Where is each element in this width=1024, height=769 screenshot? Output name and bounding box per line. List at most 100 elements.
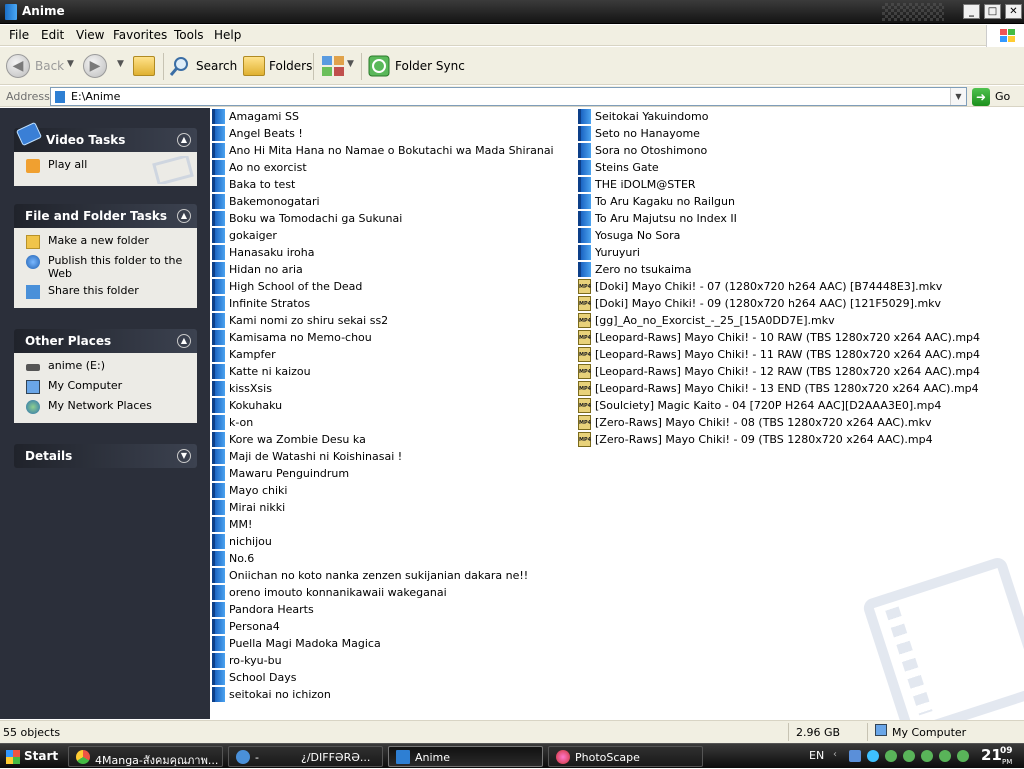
place-label[interactable]: My Computer xyxy=(48,379,122,392)
file-name[interactable]: nichijou xyxy=(229,535,272,548)
menu-help[interactable]: Help xyxy=(214,28,241,42)
clock-minute[interactable]: 09 xyxy=(1000,746,1013,756)
file-name[interactable]: Seto no Hanayome xyxy=(595,127,700,140)
chevron-left-icon[interactable]: ‹ xyxy=(833,749,845,761)
file-name[interactable]: School Days xyxy=(229,671,296,684)
file-name[interactable]: Zero no tsukaima xyxy=(595,263,691,276)
file-name[interactable]: Sora no Otoshimono xyxy=(595,144,707,157)
menu-view[interactable]: View xyxy=(76,28,104,42)
maximize-button[interactable]: □ xyxy=(984,4,1001,19)
task-label[interactable]: Make a new folder xyxy=(48,234,149,247)
other-places-header[interactable]: Other Places ▲ xyxy=(14,329,197,353)
menu-edit[interactable]: Edit xyxy=(41,28,64,42)
place-label[interactable]: My Network Places xyxy=(48,399,152,412)
taskbar-item-messenger[interactable]: - ¿/DIFFƏRƏ... xyxy=(228,746,383,767)
file-name[interactable]: Baka to test xyxy=(229,178,295,191)
task-label[interactable]: Share this folder xyxy=(48,284,139,297)
address-value[interactable]: E:\Anime xyxy=(71,90,120,103)
file-name[interactable]: [Doki] Mayo Chiki! - 09 (1280x720 h264 A… xyxy=(595,297,941,310)
file-name[interactable]: Kami nomi zo shiru sekai ss2 xyxy=(229,314,388,327)
file-name[interactable]: To Aru Majutsu no Index II xyxy=(595,212,737,225)
place-anime-drive[interactable]: anime (E:) xyxy=(14,357,197,377)
back-arrow-icon[interactable]: ◀ xyxy=(6,54,30,78)
taskbar-item-chrome[interactable]: 4Manga-สังคมคุณภาพ... xyxy=(68,746,223,767)
folders-button[interactable]: Folders xyxy=(269,59,312,73)
file-name[interactable]: No.6 xyxy=(229,552,254,565)
file-name[interactable]: Maji de Watashi ni Koishinasai ! xyxy=(229,450,402,463)
messenger-tray-icon[interactable] xyxy=(939,750,951,762)
video-tasks-header[interactable]: Video Tasks ▲ xyxy=(14,122,197,152)
file-folder-tasks-header[interactable]: File and Folder Tasks ▲ xyxy=(14,204,197,228)
search-icon[interactable] xyxy=(169,55,191,77)
file-name[interactable]: Kamisama no Memo-chou xyxy=(229,331,372,344)
views-icon[interactable] xyxy=(321,55,345,77)
file-name[interactable]: MM! xyxy=(229,518,252,531)
messenger-tray-icon[interactable] xyxy=(903,750,915,762)
folder-sync-button[interactable]: Folder Sync xyxy=(395,59,465,73)
go-label[interactable]: Go xyxy=(995,90,1010,103)
file-name[interactable]: oreno imouto konnanikawaii wakeganai xyxy=(229,586,447,599)
task-make-new-folder[interactable]: Make a new folder xyxy=(14,232,197,252)
minimize-button[interactable]: _ xyxy=(963,4,980,19)
tray-icon-1[interactable] xyxy=(849,750,861,762)
file-name[interactable]: Infinite Stratos xyxy=(229,297,310,310)
file-name[interactable]: To Aru Kagaku no Railgun xyxy=(595,195,735,208)
place-label[interactable]: anime (E:) xyxy=(48,359,105,372)
folders-icon[interactable] xyxy=(243,56,265,76)
file-name[interactable]: k-on xyxy=(229,416,253,429)
menu-file[interactable]: File xyxy=(9,28,29,42)
forward-dropdown-icon[interactable]: ▼ xyxy=(117,59,124,69)
file-name[interactable]: seitokai no ichizon xyxy=(229,688,331,701)
file-name[interactable]: High School of the Dead xyxy=(229,280,362,293)
file-name[interactable]: THE iDOLM@STER xyxy=(595,178,696,191)
back-dropdown-icon[interactable]: ▼ xyxy=(67,59,74,69)
file-name[interactable]: ro-kyu-bu xyxy=(229,654,282,667)
taskbar-item-photoscape[interactable]: PhotoScape xyxy=(548,746,703,767)
file-name[interactable]: Yosuga No Sora xyxy=(595,229,680,242)
place-my-computer[interactable]: My Computer xyxy=(14,377,197,397)
up-folder-icon[interactable] xyxy=(133,56,155,76)
search-button[interactable]: Search xyxy=(196,59,237,73)
file-name[interactable]: kissXsis xyxy=(229,382,272,395)
file-name[interactable]: Hanasaku iroha xyxy=(229,246,314,259)
messenger-tray-icon[interactable] xyxy=(921,750,933,762)
file-name[interactable]: Kampfer xyxy=(229,348,276,361)
file-name[interactable]: Amagami SS xyxy=(229,110,299,123)
file-name[interactable]: Oniichan no koto nanka zenzen sukijanian… xyxy=(229,569,528,582)
collapse-icon[interactable]: ▲ xyxy=(177,133,191,147)
file-name[interactable]: Puella Magi Madoka Magica xyxy=(229,637,381,650)
start-label[interactable]: Start xyxy=(24,749,58,763)
file-name[interactable]: Mayo chiki xyxy=(229,484,287,497)
close-button[interactable]: ✕ xyxy=(1005,4,1022,19)
clock-hour[interactable]: 21 xyxy=(981,746,1002,764)
tray-icon-2[interactable] xyxy=(867,750,879,762)
expand-icon[interactable]: ▼ xyxy=(177,449,191,463)
file-name[interactable]: [Zero-Raws] Mayo Chiki! - 08 (TBS 1280x7… xyxy=(595,416,931,429)
task-label[interactable]: Play all xyxy=(48,158,87,171)
file-name[interactable]: Katte ni kaizou xyxy=(229,365,311,378)
file-name[interactable]: [Zero-Raws] Mayo Chiki! - 09 (TBS 1280x7… xyxy=(595,433,933,446)
go-button[interactable]: ➜ Go xyxy=(972,88,1020,106)
menu-favorites[interactable]: Favorites xyxy=(113,28,167,42)
place-my-network-places[interactable]: My Network Places xyxy=(14,397,197,417)
file-name[interactable]: Boku wa Tomodachi ga Sukunai xyxy=(229,212,402,225)
language-indicator[interactable]: EN xyxy=(809,749,824,762)
task-publish-folder[interactable]: Publish this folder to the Web xyxy=(14,252,197,282)
go-arrow-icon[interactable]: ➜ xyxy=(972,88,990,106)
file-name[interactable]: [gg]_Ao_no_Exorcist_-_25_[15A0DD7E].mkv xyxy=(595,314,835,327)
file-name[interactable]: Persona4 xyxy=(229,620,280,633)
back-button[interactable]: Back xyxy=(35,59,64,73)
file-name[interactable]: Kore wa Zombie Desu ka xyxy=(229,433,366,446)
folder-sync-icon[interactable] xyxy=(368,55,390,77)
file-name[interactable]: gokaiger xyxy=(229,229,277,242)
file-name[interactable]: [Leopard-Raws] Mayo Chiki! - 11 RAW (TBS… xyxy=(595,348,980,361)
address-field[interactable]: E:\Anime ▼ xyxy=(50,87,967,106)
file-name[interactable]: Hidan no aria xyxy=(229,263,303,276)
file-name[interactable]: [Soulciety] Magic Kaito - 04 [720P H264 … xyxy=(595,399,941,412)
clock-period[interactable]: PM xyxy=(1002,758,1012,766)
address-dropdown-icon[interactable]: ▼ xyxy=(950,88,966,105)
file-name[interactable]: Ao no exorcist xyxy=(229,161,307,174)
file-name[interactable]: Mawaru Penguindrum xyxy=(229,467,349,480)
details-header[interactable]: Details ▼ xyxy=(14,444,197,468)
file-name[interactable]: [Leopard-Raws] Mayo Chiki! - 13 END (TBS… xyxy=(595,382,979,395)
